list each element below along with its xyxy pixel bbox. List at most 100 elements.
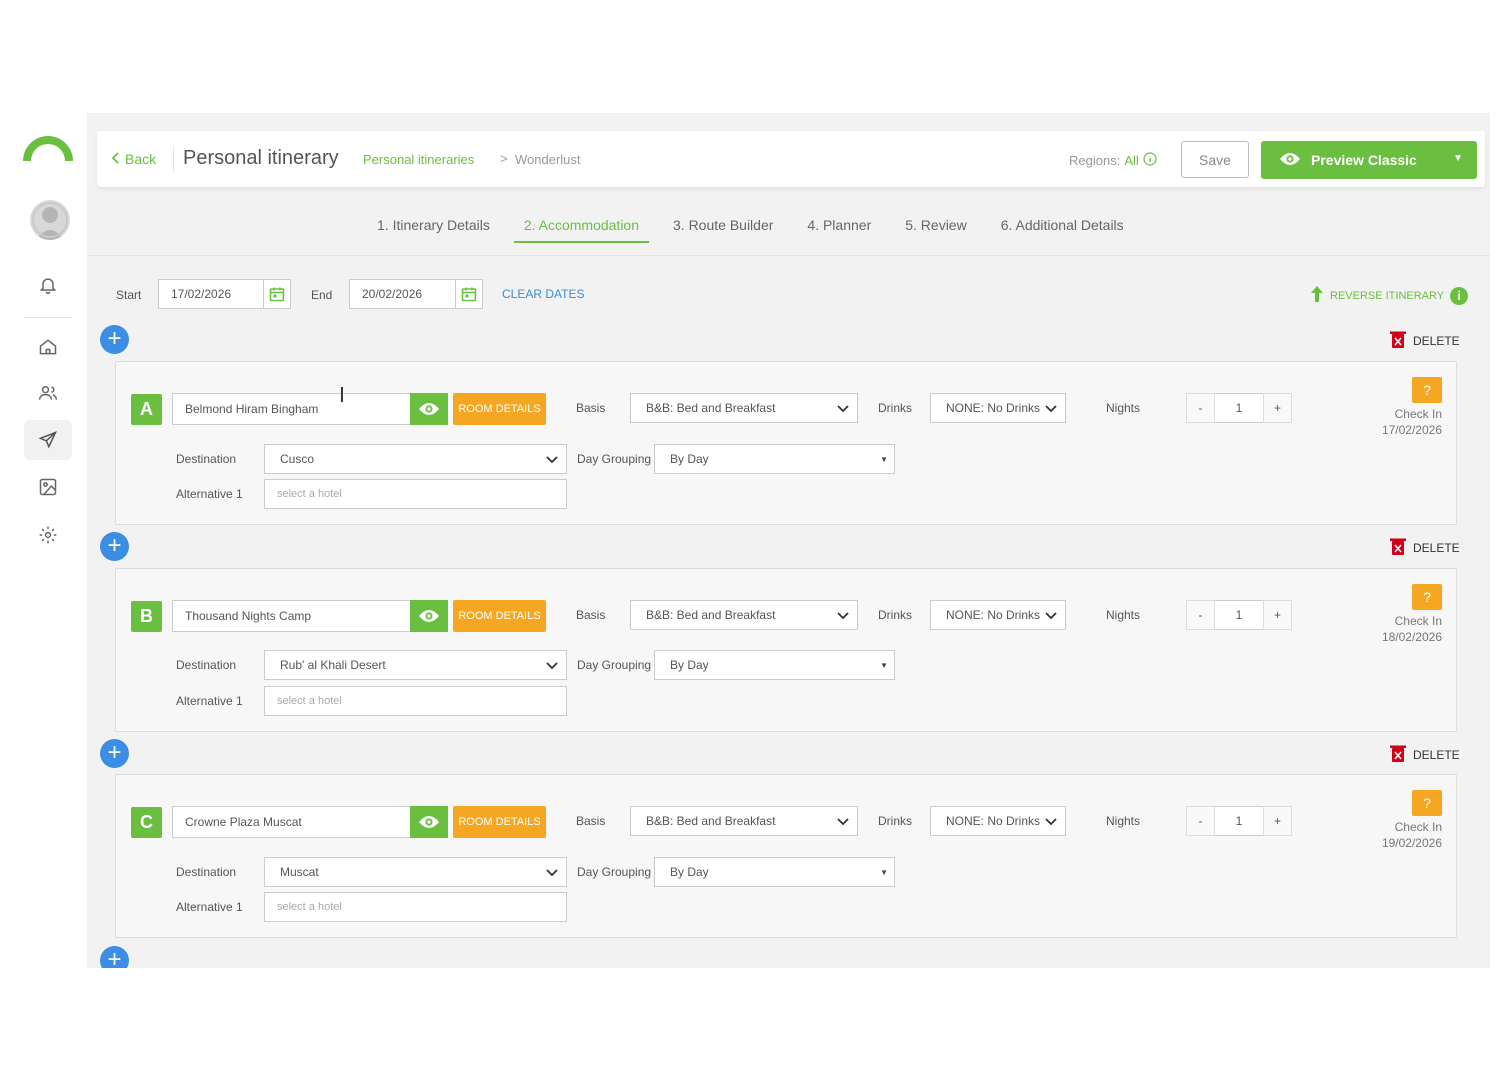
stay-letter: C	[131, 807, 162, 838]
tabs-divider	[87, 255, 1490, 256]
eye-icon[interactable]	[410, 806, 448, 838]
alternative-hotel-input[interactable]: select a hotel	[264, 892, 567, 922]
help-badge[interactable]: ?	[1412, 377, 1442, 403]
nights-label: Nights	[1106, 401, 1141, 415]
clear-dates-link[interactable]: CLEAR DATES	[502, 287, 584, 301]
header-divider	[173, 146, 174, 172]
preview-classic-button[interactable]: Preview Classic ▼	[1261, 141, 1477, 179]
chevron-down-icon	[1045, 609, 1057, 624]
tab-review[interactable]: 5. Review	[905, 213, 966, 243]
basis-select[interactable]: B&B: Bed and Breakfast	[630, 393, 858, 423]
regions-label: Regions:	[1069, 153, 1121, 168]
save-button[interactable]: Save	[1181, 141, 1249, 178]
add-stay-button[interactable]: +	[100, 739, 129, 768]
room-details-button[interactable]: ROOM DETAILS	[453, 600, 546, 632]
text-cursor-icon: I	[339, 383, 345, 407]
hotel-input[interactable]: Belmond Hiram Bingham	[172, 393, 411, 425]
increment-button[interactable]: +	[1263, 806, 1292, 836]
end-label: End	[311, 288, 333, 302]
increment-button[interactable]: +	[1263, 393, 1292, 423]
chevron-down-icon	[546, 659, 558, 674]
alternative-hotel-input[interactable]: select a hotel	[264, 686, 567, 716]
drinks-label: Drinks	[878, 814, 913, 828]
help-badge[interactable]: ?	[1412, 790, 1442, 816]
tab-accommodation[interactable]: 2. Accommodation	[513, 213, 649, 243]
delete-button[interactable]: DELETE	[1390, 744, 1460, 766]
delete-label: DELETE	[1413, 541, 1460, 555]
hotel-input[interactable]: Crowne Plaza Muscat	[172, 806, 411, 838]
add-stay-button[interactable]: +	[100, 532, 129, 561]
destination-select[interactable]: Cusco	[264, 444, 567, 474]
chevron-down-icon	[837, 815, 849, 830]
regions-filter[interactable]: Regions: All	[1069, 152, 1157, 169]
app-logo[interactable]	[23, 133, 73, 183]
delete-button[interactable]: DELETE	[1390, 330, 1460, 352]
info-icon: i	[1450, 286, 1469, 305]
delete-button[interactable]: DELETE	[1390, 537, 1460, 559]
send-icon[interactable]	[24, 420, 72, 460]
tab-planner[interactable]: 4. Planner	[807, 213, 871, 243]
settings-icon[interactable]	[24, 515, 72, 555]
add-stay-button[interactable]: +	[100, 946, 129, 968]
chevron-down-icon	[546, 453, 558, 468]
destination-value: Muscat	[280, 865, 319, 879]
drinks-select[interactable]: NONE: No Drinks	[930, 806, 1066, 836]
stay-letter: B	[131, 601, 162, 632]
drinks-select[interactable]: NONE: No Drinks	[930, 393, 1066, 423]
chevron-down-icon	[1045, 815, 1057, 830]
breadcrumb-current: Wonderlust	[515, 152, 581, 167]
breadcrumb-link[interactable]: Personal itineraries	[363, 152, 474, 167]
alternative-hotel-input[interactable]: select a hotel	[264, 479, 567, 509]
back-label: Back	[125, 151, 157, 167]
alternative-label: Alternative 1	[176, 694, 243, 708]
basis-select[interactable]: B&B: Bed and Breakfast	[630, 600, 858, 630]
start-date-input[interactable]: 17/02/2026	[158, 279, 264, 309]
breadcrumb-separator: >	[500, 151, 508, 166]
users-icon[interactable]	[24, 373, 72, 413]
nights-input[interactable]: 1	[1215, 600, 1263, 630]
help-badge[interactable]: ?	[1412, 584, 1442, 610]
destination-select[interactable]: Muscat	[264, 857, 567, 887]
basis-value: B&B: Bed and Breakfast	[646, 401, 776, 415]
eye-icon[interactable]	[410, 393, 448, 425]
decrement-button[interactable]: -	[1186, 806, 1215, 836]
alternative-label: Alternative 1	[176, 900, 243, 914]
basis-select[interactable]: B&B: Bed and Breakfast	[630, 806, 858, 836]
caret-down-icon[interactable]: ▼	[1453, 153, 1463, 164]
tab-additional-details[interactable]: 6. Additional Details	[1001, 213, 1124, 243]
reverse-itinerary-button[interactable]: REVERSE ITINERARY i	[1310, 285, 1469, 306]
reverse-label: REVERSE ITINERARY	[1330, 289, 1445, 302]
day-grouping-select[interactable]: By Day ▼	[654, 650, 895, 680]
decrement-button[interactable]: -	[1186, 600, 1215, 630]
check-in-label: Check In	[1394, 820, 1442, 834]
nights-input[interactable]: 1	[1215, 806, 1263, 836]
room-details-button[interactable]: ROOM DETAILS	[453, 393, 546, 425]
destination-select[interactable]: Rub' al Khali Desert	[264, 650, 567, 680]
back-button[interactable]: Back	[111, 151, 156, 167]
home-icon[interactable]	[24, 327, 72, 367]
calendar-icon[interactable]	[455, 279, 483, 309]
day-grouping-label: Day Grouping	[577, 865, 652, 879]
bell-icon[interactable]	[24, 265, 72, 305]
increment-button[interactable]: +	[1263, 600, 1292, 630]
decrement-button[interactable]: -	[1186, 393, 1215, 423]
check-in-date: 17/02/2026	[1381, 423, 1442, 437]
avatar[interactable]	[30, 200, 70, 240]
hotel-input[interactable]: Thousand Nights Camp	[172, 600, 411, 632]
day-grouping-value: By Day	[670, 658, 709, 672]
nights-input[interactable]: 1	[1215, 393, 1263, 423]
arrow-up-icon	[1310, 285, 1324, 306]
tab-route-builder[interactable]: 3. Route Builder	[673, 213, 773, 243]
image-icon[interactable]	[24, 467, 72, 507]
end-date-input[interactable]: 20/02/2026	[349, 279, 456, 309]
room-details-button[interactable]: ROOM DETAILS	[453, 806, 546, 838]
eye-icon[interactable]	[410, 600, 448, 632]
drinks-select[interactable]: NONE: No Drinks	[930, 600, 1066, 630]
delete-label: DELETE	[1413, 334, 1460, 348]
tab-itinerary-details[interactable]: 1. Itinerary Details	[377, 213, 490, 243]
add-stay-button[interactable]: +	[100, 325, 129, 354]
calendar-icon[interactable]	[263, 279, 291, 309]
day-grouping-select[interactable]: By Day ▼	[654, 857, 895, 887]
day-grouping-select[interactable]: By Day ▼	[654, 444, 895, 474]
destination-label: Destination	[176, 452, 237, 466]
